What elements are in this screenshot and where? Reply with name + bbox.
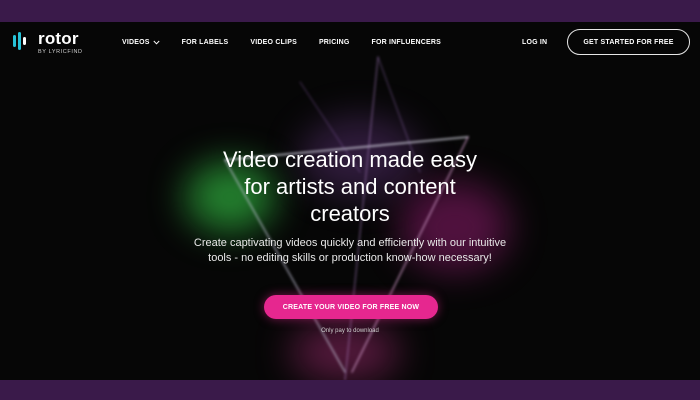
nav-links: VIDEOS FOR LABELS VIDEO CLIPS PRICING FO…: [122, 39, 463, 46]
top-navigation: rotor BY LYRICFIND VIDEOS FOR LABELS VID…: [0, 22, 700, 64]
create-video-button[interactable]: CREATE YOUR VIDEO FOR FREE NOW: [264, 295, 438, 319]
pricing-note: Only pay to download: [321, 328, 379, 334]
nav-item-label: FOR INFLUENCERS: [371, 39, 442, 46]
rotor-logo-icon: [13, 32, 26, 50]
nav-item-pricing[interactable]: PRICING: [319, 39, 350, 46]
hero-section: rotor BY LYRICFIND VIDEOS FOR LABELS VID…: [0, 22, 700, 380]
nav-item-label: PRICING: [318, 39, 350, 46]
nav-item-label: VIDEO CLIPS: [250, 39, 297, 46]
login-link[interactable]: LOG IN: [522, 39, 547, 46]
nav-item-label: VIDEOS: [122, 39, 150, 46]
nav-item-for-labels[interactable]: FOR LABELS: [182, 39, 229, 46]
nav-item-label: FOR LABELS: [181, 39, 229, 46]
hero-subtitle: Create captivating videos quickly and ef…: [193, 237, 507, 264]
nav-item-for-influencers[interactable]: FOR INFLUENCERS: [372, 39, 442, 46]
logo-subtitle: BY LYRICFIND: [38, 49, 83, 55]
nav-item-video-clips[interactable]: VIDEO CLIPS: [250, 39, 297, 46]
get-started-button[interactable]: GET STARTED FOR FREE: [567, 29, 690, 55]
hero-title: Video creation made easy for artists and…: [223, 147, 477, 226]
logo[interactable]: rotor BY LYRICFIND: [12, 29, 83, 55]
chevron-down-icon: [153, 40, 160, 45]
nav-item-videos[interactable]: VIDEOS: [122, 39, 160, 46]
logo-wordmark: rotor: [38, 29, 79, 48]
page-frame: rotor BY LYRICFIND VIDEOS FOR LABELS VID…: [0, 0, 700, 400]
